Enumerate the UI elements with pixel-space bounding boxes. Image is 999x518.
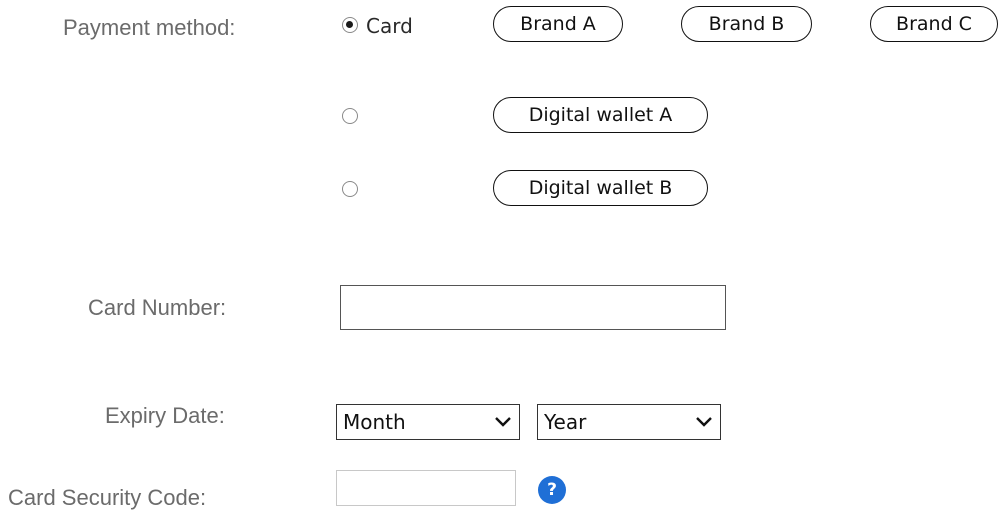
payment-method-label: Payment method: xyxy=(63,15,236,40)
brand-a-button[interactable]: Brand A xyxy=(493,6,623,42)
wallet-a-radio[interactable] xyxy=(342,108,358,124)
card-number-label: Card Number: xyxy=(88,295,227,320)
expiry-month-select[interactable]: Month xyxy=(336,404,520,440)
card-number-input[interactable] xyxy=(340,285,726,330)
chevron-down-icon xyxy=(696,417,712,427)
digital-wallet-a-button[interactable]: Digital wallet A xyxy=(493,97,708,133)
card-radio[interactable] xyxy=(342,17,358,33)
wallet-b-radio[interactable] xyxy=(342,181,358,197)
expiry-date-label: Expiry Date: xyxy=(105,403,225,428)
security-code-input[interactable] xyxy=(336,470,516,506)
expiry-month-value: Month xyxy=(343,410,406,434)
brand-c-button[interactable]: Brand C xyxy=(870,6,998,42)
card-radio-label: Card xyxy=(366,14,413,38)
digital-wallet-b-button[interactable]: Digital wallet B xyxy=(493,170,708,206)
help-icon[interactable]: ? xyxy=(538,476,566,504)
expiry-year-select[interactable]: Year xyxy=(537,404,721,440)
expiry-year-value: Year xyxy=(544,410,587,434)
security-code-label: Card Security Code: xyxy=(8,485,207,510)
chevron-down-icon xyxy=(495,417,511,427)
brand-b-button[interactable]: Brand B xyxy=(681,6,812,42)
